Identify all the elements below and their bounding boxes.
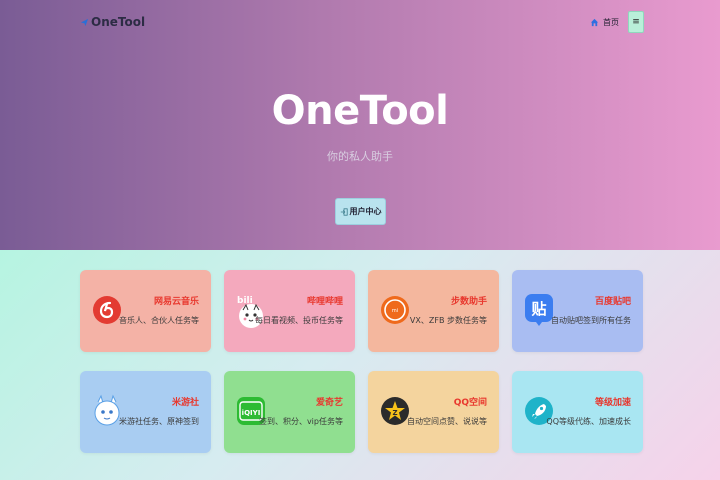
card-description: 自动空间点赞、说说等 [407, 417, 487, 426]
card-description: VX、ZFB 步数任务等 [409, 316, 487, 325]
home-icon [590, 18, 599, 26]
miyoushe-icon [92, 390, 122, 432]
card-netease-music[interactable]: 网易云音乐 音乐人、合伙人任务等 [80, 270, 211, 352]
card-title: QQ空间 [453, 398, 487, 408]
hamburger-icon: ≡ [632, 16, 640, 27]
baidu-tieba-icon: 贴 [524, 289, 554, 331]
card-title: 米游社 [171, 398, 199, 408]
card-title: 等级加速 [594, 398, 631, 408]
card-step-helper[interactable]: mi 步数助手 VX、ZFB 步数任务等 [368, 270, 499, 352]
svg-text:Z: Z [392, 409, 397, 417]
card-title: 百度贴吧 [594, 297, 631, 307]
services-section: 网易云音乐 音乐人、合伙人任务等 bili 哔哩哔哩 每日看视频、投币任务等 m… [0, 250, 720, 480]
nav-home-label: 首页 [603, 17, 619, 27]
card-title: 爱奇艺 [315, 398, 343, 408]
card-level-boost[interactable]: 等级加速 QQ等级代练、加速成长 [512, 371, 643, 453]
user-center-button[interactable]: 用户中心 [335, 198, 386, 225]
svg-text:iQIYI: iQIYI [242, 409, 261, 417]
card-bilibili[interactable]: bili 哔哩哔哩 每日看视频、投币任务等 [224, 270, 355, 352]
paper-plane-icon [80, 18, 89, 26]
card-description: 米游社任务、原神签到 [119, 417, 199, 426]
xiaomi-steps-icon: mi [380, 289, 410, 331]
svg-text:mi: mi [392, 308, 398, 314]
hero-subtitle: 你的私人助手 [327, 150, 393, 163]
card-title: 网易云音乐 [153, 297, 199, 307]
card-baidu-tieba[interactable]: 贴 百度贴吧 自动贴吧签到所有任务 [512, 270, 643, 352]
card-iqiyi[interactable]: iQIYI 爱奇艺 签到、积分、vip任务等 [224, 371, 355, 453]
card-title: 哔哩哔哩 [306, 297, 343, 307]
qzone-icon: Z [380, 390, 410, 432]
nav-home-link[interactable]: 首页 [590, 14, 619, 30]
svg-text:贴: 贴 [531, 300, 546, 318]
card-miyoushe[interactable]: 米游社 米游社任务、原神签到 [80, 371, 211, 453]
login-icon [340, 207, 348, 216]
card-description: 签到、积分、vip任务等 [258, 417, 343, 426]
brand-name: OneTool [91, 15, 146, 29]
brand-logo[interactable]: OneTool [80, 14, 145, 30]
netease-music-icon [92, 289, 122, 331]
card-description: 自动贴吧签到所有任务 [551, 316, 631, 325]
card-title: 步数助手 [450, 297, 487, 307]
user-center-label: 用户中心 [349, 207, 382, 216]
hero-banner: OneTool 首页 ≡ OneTool 你的私人助手 用户中心 [0, 0, 720, 250]
card-description: 每日看视频、投币任务等 [255, 316, 343, 325]
card-description: 音乐人、合伙人任务等 [119, 316, 199, 325]
menu-toggle-button[interactable]: ≡ [628, 11, 644, 33]
card-qzone[interactable]: Z QQ空间 自动空间点赞、说说等 [368, 371, 499, 453]
card-description: QQ等级代练、加速成长 [546, 417, 631, 426]
hero-title: OneTool [271, 88, 449, 134]
